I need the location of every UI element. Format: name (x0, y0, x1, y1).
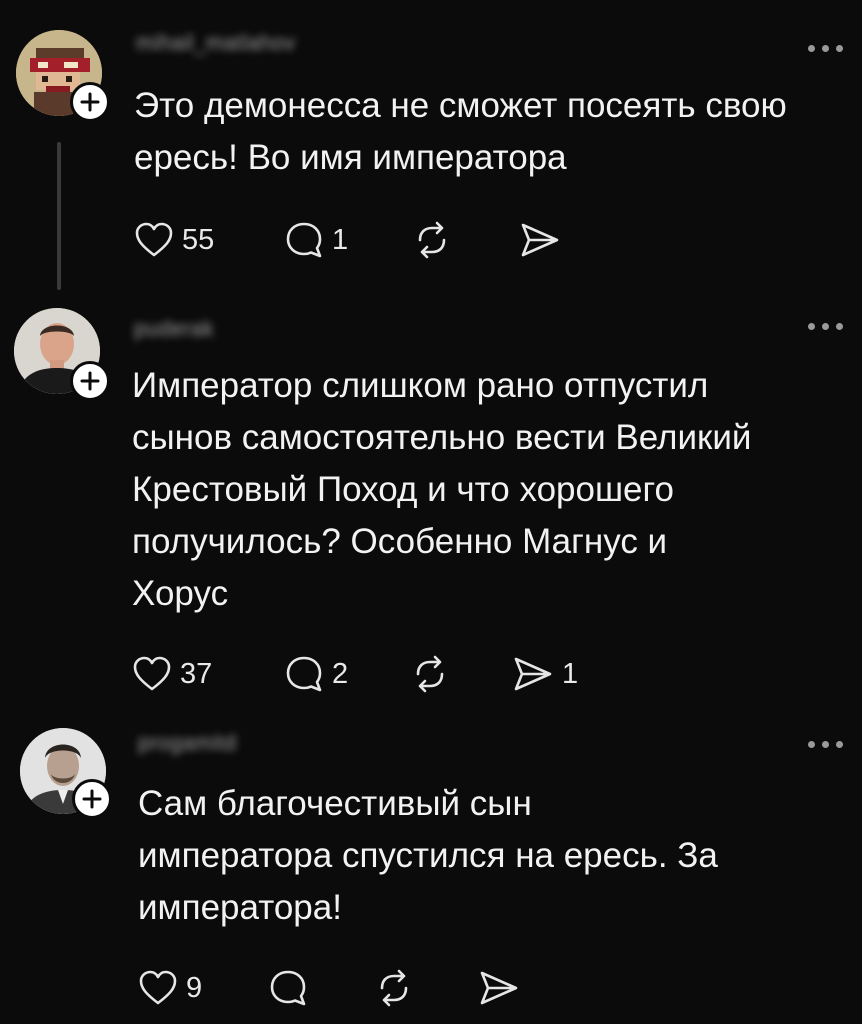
heart-icon (139, 970, 177, 1005)
like-count: 9 (186, 971, 203, 1004)
more-dots-icon[interactable] (808, 738, 852, 750)
comment-text: Сам благочестивый сын императора спустил… (138, 784, 718, 927)
comment-button[interactable] (268, 966, 316, 1010)
plus-icon (82, 789, 102, 809)
post-3: progamitd Сам благочестивый сын императо… (0, 0, 862, 1024)
repost-icon (380, 969, 408, 1007)
share-button[interactable] (478, 966, 528, 1010)
send-icon (480, 971, 518, 1005)
username[interactable]: progamitd (138, 730, 236, 756)
comment-bubble-icon (270, 970, 306, 1006)
repost-button[interactable] (374, 966, 422, 1010)
follow-button[interactable] (72, 779, 112, 819)
like-button[interactable]: 9 (138, 966, 202, 1010)
action-bar: 9 (138, 966, 638, 1010)
